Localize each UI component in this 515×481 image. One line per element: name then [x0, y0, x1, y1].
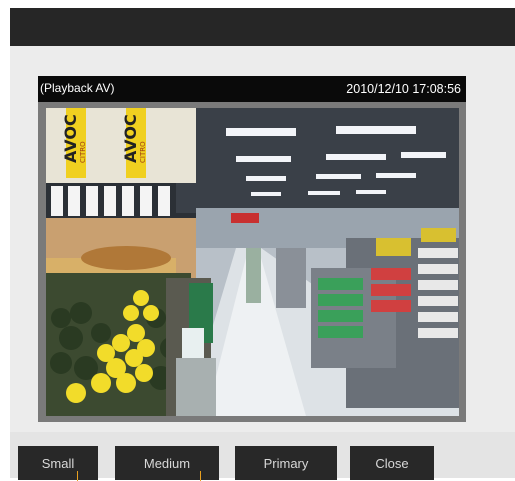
- supermarket-scene-image: AVOC AVOC CITRO CITRO: [46, 108, 459, 416]
- primary-button[interactable]: Primary: [235, 446, 337, 480]
- sign-left-subtext: CITRO: [79, 141, 87, 163]
- playback-window: (Playback AV) 2010/12/10 17:08:56 AVOC A…: [10, 8, 515, 481]
- video-viewer: (Playback AV) 2010/12/10 17:08:56 AVOC A…: [38, 76, 466, 422]
- window-titlebar: [10, 8, 515, 46]
- button-bar: Small Medium Primary Close: [10, 432, 515, 481]
- sign-right-subtext: CITRO: [139, 141, 147, 163]
- playback-timestamp: 2010/12/10 17:08:56: [346, 82, 461, 96]
- playback-mode-label: (Playback AV): [40, 81, 115, 95]
- medium-button-marker: [200, 471, 201, 481]
- medium-button[interactable]: Medium: [115, 446, 219, 480]
- video-overlay-bar: (Playback AV) 2010/12/10 17:08:56: [38, 76, 466, 102]
- video-frame: AVOC AVOC CITRO CITRO: [46, 108, 459, 416]
- small-button[interactable]: Small: [18, 446, 98, 480]
- close-button[interactable]: Close: [350, 446, 434, 480]
- small-button-marker: [77, 471, 78, 481]
- sign-right-text: AVOC: [121, 114, 140, 163]
- sign-left-text: AVOC: [61, 114, 80, 163]
